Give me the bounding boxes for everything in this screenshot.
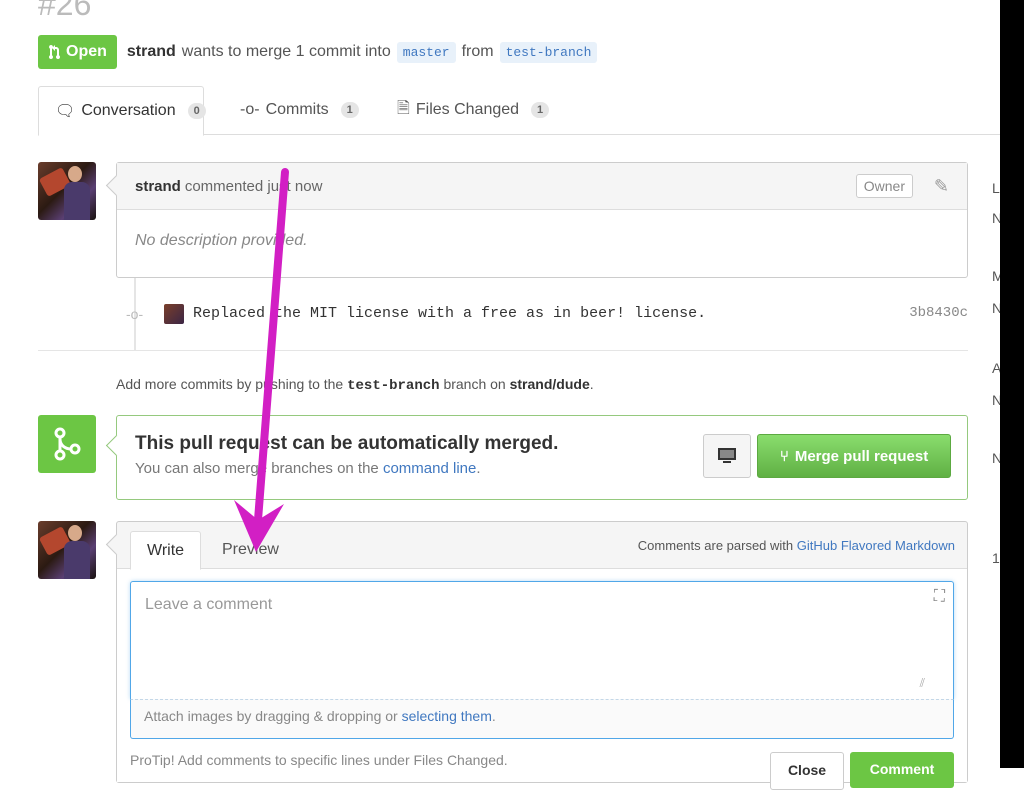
pr-header: Open strand wants to merge 1 commit into… (38, 35, 598, 69)
fullscreen-icon[interactable]: ⛶ (934, 588, 945, 606)
merge-panel: This pull request can be automatically m… (116, 415, 968, 500)
resize-handle-icon[interactable]: ⫽ (920, 676, 925, 691)
select-files-link[interactable]: selecting them (402, 708, 492, 724)
author-link[interactable]: strand (127, 43, 176, 61)
merge-subtitle-text: You can also merge branches on the (135, 460, 379, 477)
open-desktop-button[interactable] (703, 434, 751, 478)
avatar[interactable] (38, 162, 96, 220)
merge-text: wants to merge 1 commit into (181, 43, 391, 60)
tab-count: 0 (187, 103, 206, 119)
base-branch[interactable]: master (396, 41, 456, 63)
git-pull-request-icon (49, 45, 60, 60)
commit-sha[interactable]: 3b8430c (909, 305, 968, 321)
push-note-repo: strand/dude (509, 376, 590, 392)
pr-number: #26 (38, 0, 92, 22)
merge-status-icon-box (38, 415, 96, 473)
avatar[interactable] (38, 521, 96, 579)
git-commit-icon: -o- (126, 306, 144, 322)
protip-text: ProTip! Add comments to specific lines u… (130, 752, 508, 768)
push-note-text: branch on (443, 376, 506, 392)
comment-textarea[interactable]: Leave a comment ⛶ ⫽ (130, 581, 954, 699)
merge-button-label: Merge pull request (794, 447, 929, 465)
sidebar-text: M (992, 268, 1000, 284)
sidebar-text: N (992, 300, 1000, 316)
tab-label: Conversation (81, 102, 176, 119)
push-note: Add more commits by pushing to the test-… (116, 376, 594, 394)
comment-header: strand commented just now Owner ✎ (117, 163, 967, 210)
comment-action: commented just now (184, 177, 323, 195)
status-label: Open (66, 43, 107, 60)
tab-preview[interactable]: Preview (206, 531, 295, 568)
screen-edge (1000, 0, 1024, 768)
comment-placeholder: Leave a comment (145, 596, 273, 613)
sidebar-clipped: L N M N A N N 1 (992, 170, 1000, 670)
comment-button[interactable]: Comment (850, 752, 954, 788)
git-merge-icon: ⑂ (779, 447, 789, 465)
attach-bar[interactable]: Attach images by dragging & dropping or … (130, 699, 954, 739)
tab-conversation[interactable]: 🗨 Conversation 0 (38, 86, 206, 136)
merge-subtitle: You can also merge branches on the comma… (135, 460, 481, 477)
divider (38, 350, 968, 351)
markdown-hint-text: Comments are parsed with (637, 538, 794, 553)
merge-subtitle-text: . (476, 460, 481, 477)
commit-message[interactable]: Replaced the MIT license with a free as … (193, 305, 706, 322)
tab-files-changed[interactable]: 🗎 Files Changed 1 (381, 86, 565, 134)
commit-avatar[interactable] (164, 304, 184, 324)
sidebar-text: N (992, 210, 1000, 226)
markdown-link[interactable]: GitHub Flavored Markdown (797, 538, 955, 553)
command-line-link[interactable]: command line (383, 460, 476, 477)
tab-count: 1 (531, 102, 550, 118)
comment-actions: ProTip! Add comments to specific lines u… (130, 752, 954, 790)
push-note-text: . (589, 376, 594, 392)
push-note-branch: test-branch (347, 378, 440, 394)
comment-discussion-icon: 🗨 (55, 103, 76, 120)
pr-tabs: 🗨 Conversation 0 -o- Commits 1 🗎 Files C… (38, 86, 1000, 136)
file-diff-icon: 🗎 (397, 99, 410, 117)
close-button[interactable]: Close (770, 752, 844, 790)
sidebar-text: N (992, 450, 1000, 466)
git-merge-icon (54, 427, 81, 461)
comment-author[interactable]: strand (135, 178, 181, 195)
tab-count: 1 (340, 102, 359, 118)
status-badge: Open (38, 35, 117, 69)
sidebar-text: 1 (992, 550, 1000, 566)
desktop-icon (718, 448, 736, 463)
push-note-text: Add more commits by pushing to the (116, 376, 344, 392)
tab-commits[interactable]: -o- Commits 1 (224, 86, 375, 134)
merge-pull-request-button[interactable]: ⑂ Merge pull request (757, 434, 951, 478)
markdown-hint: Comments are parsed with GitHub Flavored… (638, 538, 955, 553)
merge-title: This pull request can be automatically m… (135, 433, 559, 454)
new-comment-form: Write Preview Comments are parsed with G… (116, 521, 968, 790)
from-text: from (461, 43, 494, 60)
tab-label: Commits (265, 101, 329, 118)
sidebar-text: L (992, 180, 1000, 196)
head-branch[interactable]: test-branch (499, 41, 598, 63)
comment: strand commented just now Owner ✎ No des… (116, 162, 968, 278)
attach-text: . (491, 708, 496, 724)
comment-body: No description provided. (135, 232, 308, 249)
attach-text: Attach images by dragging & dropping or (144, 708, 398, 724)
tab-label: Files Changed (415, 101, 520, 118)
pencil-icon[interactable]: ✎ (934, 176, 949, 197)
sidebar-text: A (992, 360, 1000, 376)
sidebar-text: N (992, 392, 1000, 408)
owner-label: Owner (855, 174, 913, 198)
merge-summary: strand wants to merge 1 commit into mast… (127, 41, 598, 63)
git-commit-icon: -o- (240, 101, 260, 118)
commit-row: -o- Replaced the MIT license with a free… (116, 300, 968, 328)
tab-write[interactable]: Write (130, 531, 202, 570)
